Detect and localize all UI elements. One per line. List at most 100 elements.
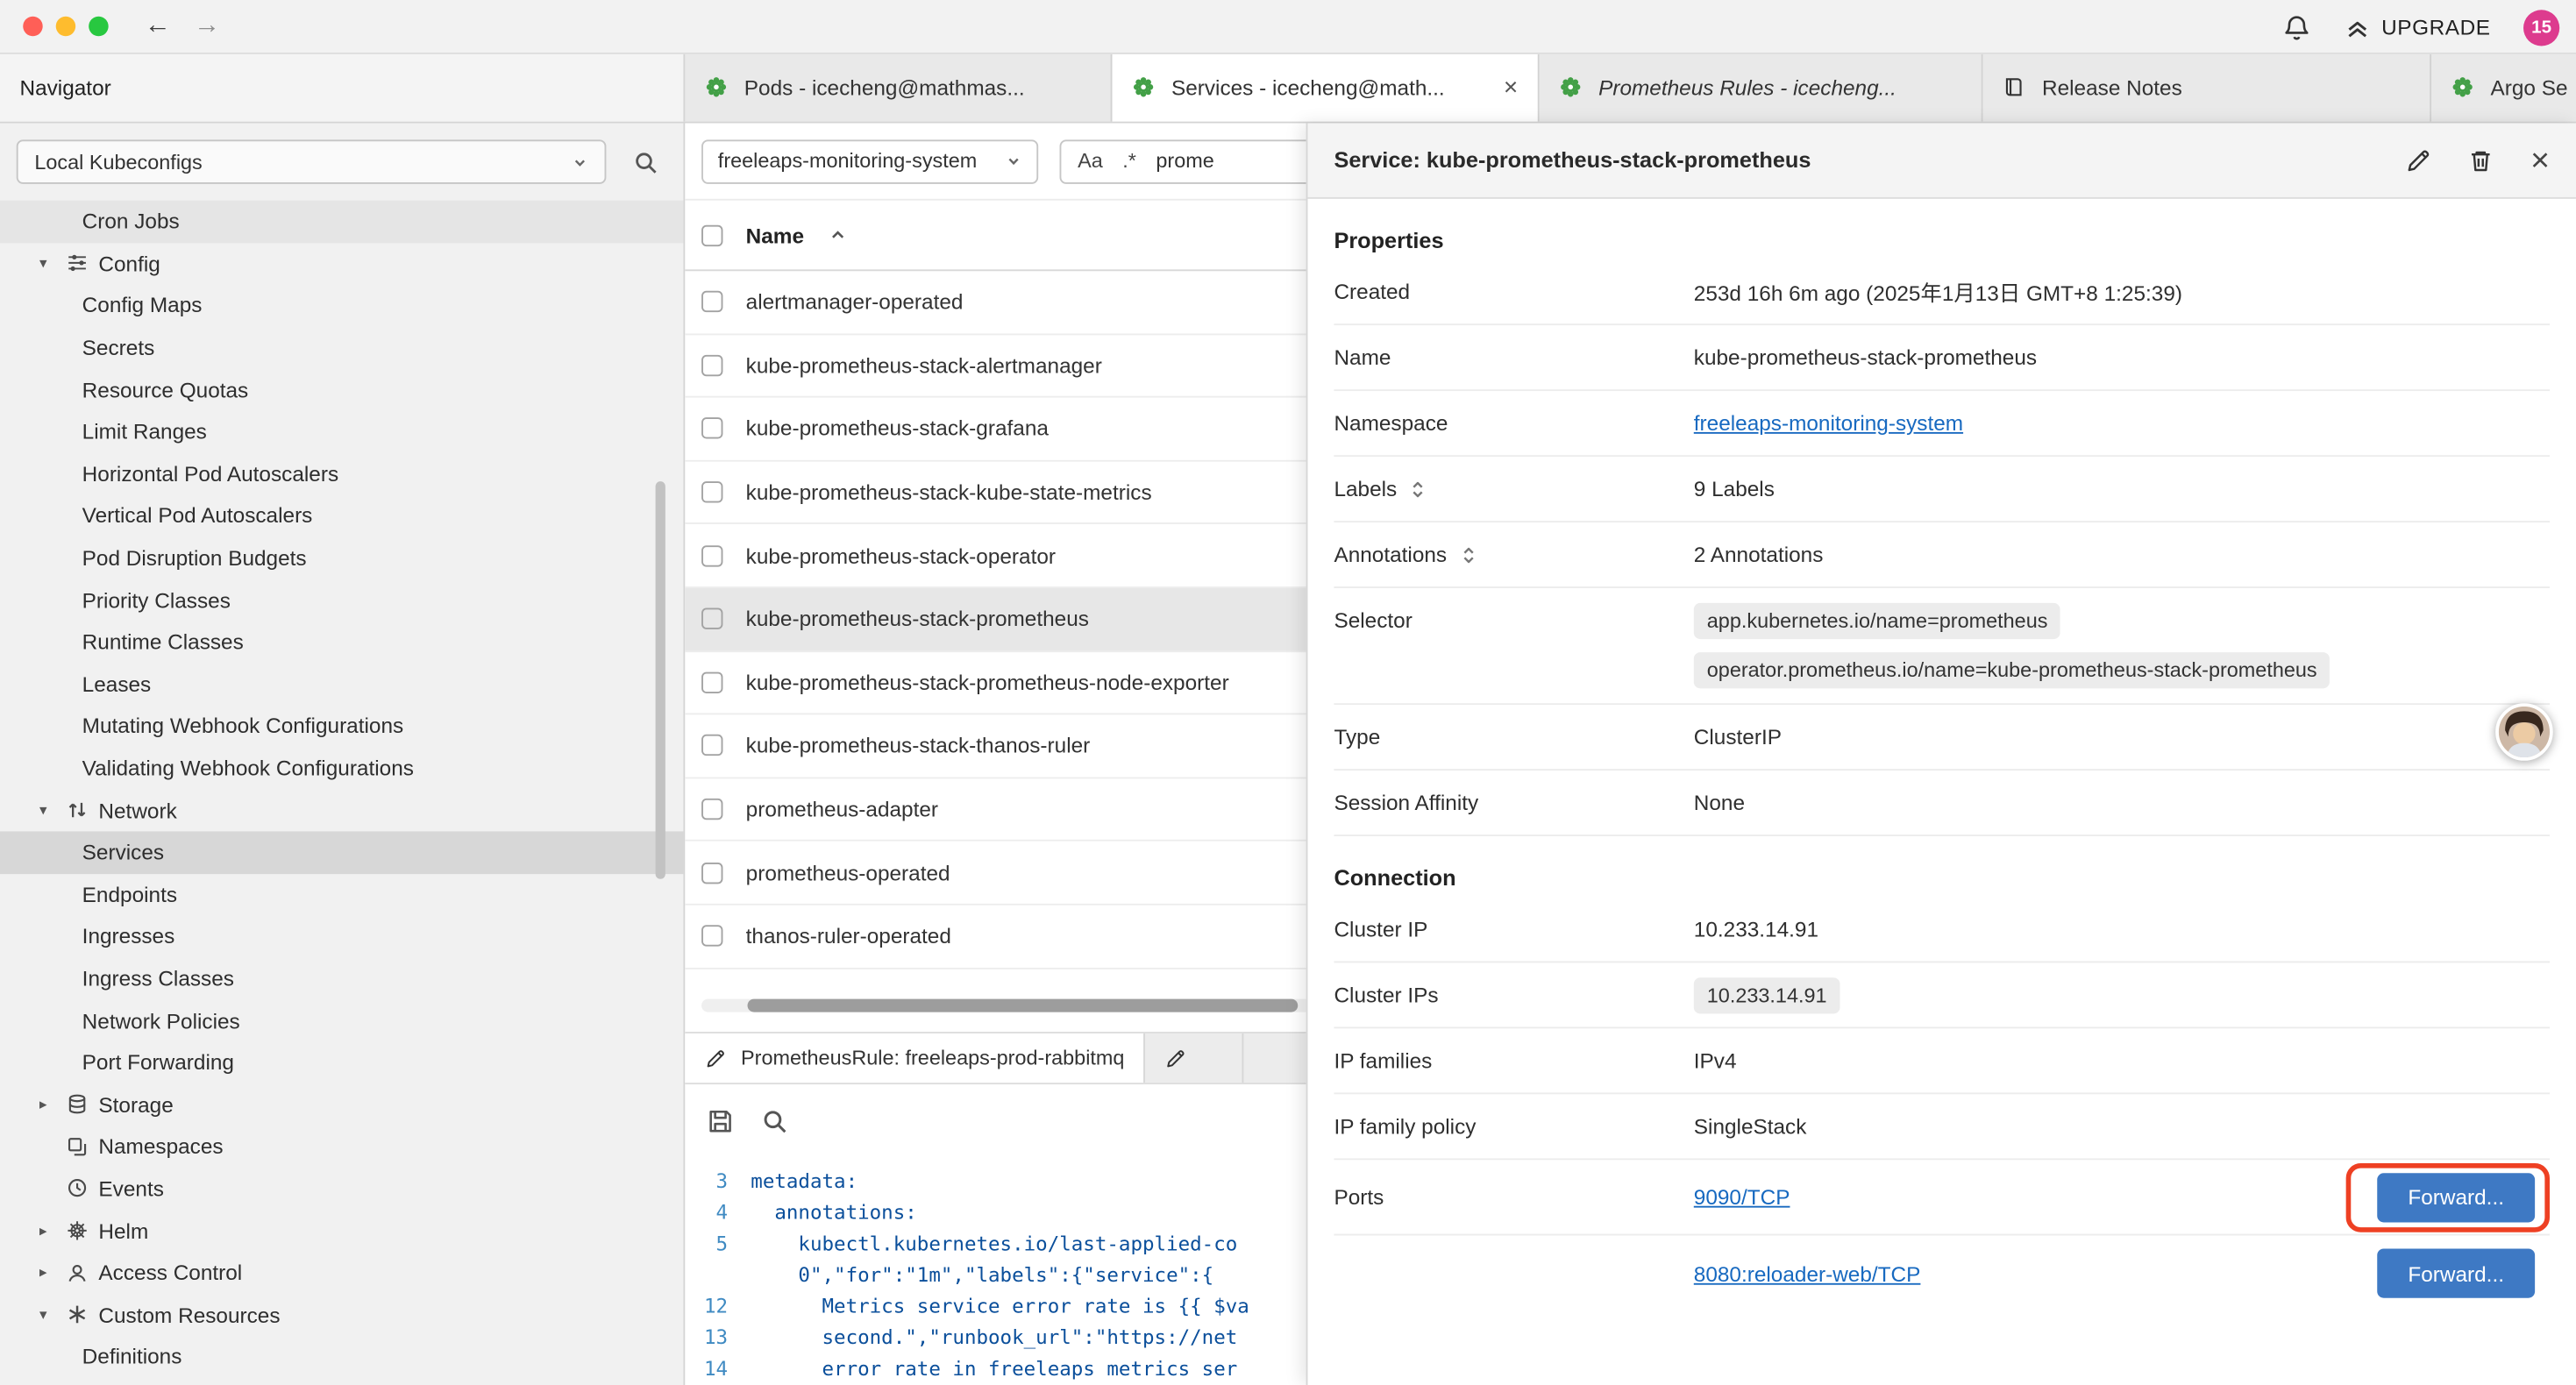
dock-tab-prometheusrule[interactable]: PrometheusRule: freeleaps-prod-rabbitmq <box>685 1033 1145 1083</box>
details-drawer: Service: kube-prometheus-stack-prometheu… <box>1306 124 2576 1385</box>
sidebar-item-network[interactable]: ▾ Network <box>0 789 683 831</box>
row-checkbox[interactable] <box>701 481 722 502</box>
line-number: 4 <box>685 1197 751 1229</box>
titlebar: ← → UPGRADE 15 <box>0 0 2576 54</box>
dock-tab-partial[interactable] <box>1146 1033 1244 1083</box>
property-row-session-affinity: Session Affinity None <box>1334 771 2550 836</box>
cluster-icon <box>2451 75 2478 101</box>
tab-services-icecheng-math[interactable]: Services - icecheng@math... × <box>1112 54 1539 122</box>
line-code: metadata: <box>751 1167 857 1198</box>
connection-section-heading: Connection <box>1334 866 2550 891</box>
row-checkbox[interactable] <box>701 799 722 820</box>
sidebar-item-runtime-classes[interactable]: Runtime Classes <box>0 621 683 663</box>
name-column-header[interactable]: Name <box>746 223 804 247</box>
sidebar-item-network-policies[interactable]: Network Policies <box>0 999 683 1041</box>
kubeconfig-selector[interactable]: Local Kubeconfigs <box>17 139 607 184</box>
namespaces-icon <box>66 1135 98 1158</box>
select-all-checkbox[interactable] <box>701 224 722 245</box>
line-code: annotations: <box>751 1197 917 1229</box>
editor-search-icon[interactable] <box>761 1106 789 1134</box>
sidebar-item-storage[interactable]: ▸ Storage <box>0 1083 683 1126</box>
sidebar-item-horizontal-pod-autoscalers[interactable]: Horizontal Pod Autoscalers <box>0 452 683 494</box>
sidebar-search-icon[interactable] <box>623 139 667 184</box>
horizontal-scrollbar-thumb[interactable] <box>748 999 1299 1012</box>
search-input[interactable]: prome <box>1156 150 1213 173</box>
sidebar-item-events[interactable]: Events <box>0 1168 683 1210</box>
sidebar-item-secrets[interactable]: Secrets <box>0 327 683 369</box>
sidebar-item-vertical-pod-autoscalers[interactable]: Vertical Pod Autoscalers <box>0 494 683 536</box>
upgrade-button[interactable]: UPGRADE <box>2344 14 2490 40</box>
sidebar-item-limit-ranges[interactable]: Limit Ranges <box>0 411 683 453</box>
sidebar-item-namespaces[interactable]: Namespaces <box>0 1126 683 1168</box>
row-checkbox[interactable] <box>701 735 722 756</box>
window-minimize-button[interactable] <box>56 17 75 36</box>
forward-button-9090[interactable]: Forward... <box>2377 1172 2535 1221</box>
sidebar-item-endpoints[interactable]: Endpoints <box>0 873 683 915</box>
sidebar-item-port-forwarding[interactable]: Port Forwarding <box>0 1041 683 1083</box>
window-close-button[interactable] <box>23 17 42 36</box>
notification-count-badge[interactable]: 15 <box>2523 9 2559 45</box>
close-drawer-icon[interactable]: × <box>2530 144 2550 176</box>
tab-argo-se[interactable]: Argo Se <box>2431 54 2576 122</box>
unfold-icon[interactable] <box>1408 479 1427 498</box>
cluster-ip-value: 10.233.14.91 <box>1694 917 1818 941</box>
row-checkbox[interactable] <box>701 418 722 439</box>
match-case-toggle[interactable]: Aa <box>1078 150 1103 173</box>
properties-section-heading: Properties <box>1334 229 2550 253</box>
row-checkbox[interactable] <box>701 862 722 883</box>
labels-label: Labels <box>1334 477 1693 501</box>
sidebar-scrollbar[interactable] <box>656 481 665 879</box>
forward-icon[interactable]: → <box>194 13 220 39</box>
port-link-9090[interactable]: 9090/TCP <box>1694 1184 1790 1209</box>
namespace-link[interactable]: freeleaps-monitoring-system <box>1694 411 1963 436</box>
row-checkbox[interactable] <box>701 671 722 692</box>
sidebar-item-access-control[interactable]: ▸ Access Control <box>0 1252 683 1294</box>
cluster-ips-badge: 10.233.14.91 <box>1694 977 1840 1012</box>
sidebar-item-helm[interactable]: ▸ Helm <box>0 1210 683 1252</box>
drawer-title: Service: kube-prometheus-stack-prometheu… <box>1334 148 2405 173</box>
port-link-8080[interactable]: 8080:reloader-web/TCP <box>1694 1261 1921 1286</box>
forward-button-8080[interactable]: Forward... <box>2377 1248 2535 1297</box>
row-checkbox[interactable] <box>701 355 722 376</box>
sidebar-item-ingress-classes[interactable]: Ingress Classes <box>0 957 683 999</box>
chevron-icon: ▸ <box>39 1264 66 1282</box>
notifications-bell-icon[interactable] <box>2281 12 2311 42</box>
sort-asc-icon[interactable] <box>830 227 847 244</box>
row-checkbox[interactable] <box>701 545 722 566</box>
sidebar-item-resource-quotas[interactable]: Resource Quotas <box>0 369 683 411</box>
sidebar-item-validating-webhook-configurations[interactable]: Validating Webhook Configurations <box>0 747 683 789</box>
sidebar-item-custom-resources[interactable]: ▾ Custom Resources <box>0 1294 683 1336</box>
avatar[interactable] <box>2495 703 2553 761</box>
events-icon <box>66 1177 98 1200</box>
row-checkbox[interactable] <box>701 608 722 629</box>
row-checkbox[interactable] <box>701 291 722 312</box>
save-icon[interactable] <box>707 1106 735 1134</box>
sidebar-item-cron-jobs[interactable]: Cron Jobs <box>0 201 683 243</box>
type-value: ClusterIP <box>1694 725 1782 749</box>
tab-prometheus-rules-icecheng[interactable]: Prometheus Rules - icecheng... <box>1540 54 1983 122</box>
sidebar-item-definitions[interactable]: Definitions <box>0 1336 683 1378</box>
sidebar-item-pod-disruption-budgets[interactable]: Pod Disruption Budgets <box>0 536 683 579</box>
regex-toggle[interactable]: .* <box>1122 150 1136 173</box>
namespace-filter-select[interactable]: freeleaps-monitoring-system <box>701 138 1038 183</box>
sidebar-item-leases[interactable]: Leases <box>0 663 683 705</box>
connection-row-cluster-ip: Cluster IP 10.233.14.91 <box>1334 897 2550 962</box>
sidebar-item-config[interactable]: ▾ Config <box>0 243 683 285</box>
edit-icon[interactable] <box>2406 147 2432 174</box>
session-affinity-value: None <box>1694 791 1745 815</box>
window-zoom-button[interactable] <box>89 17 108 36</box>
tab-pods-icecheng-mathmas[interactable]: Pods - icecheng@mathmas... <box>685 54 1112 122</box>
sidebar-item-mutating-webhook-configurations[interactable]: Mutating Webhook Configurations <box>0 705 683 747</box>
sidebar-item-ingresses[interactable]: Ingresses <box>0 915 683 957</box>
sidebar-item-services[interactable]: Services <box>0 831 683 873</box>
tab-release-notes[interactable]: Release Notes <box>1983 54 2432 122</box>
sidebar-item-config-maps[interactable]: Config Maps <box>0 285 683 327</box>
unfold-icon[interactable] <box>1458 544 1477 564</box>
sidebar-item-priority-classes[interactable]: Priority Classes <box>0 579 683 621</box>
tab-close-icon[interactable]: × <box>1494 74 1519 102</box>
delete-icon[interactable] <box>2468 147 2494 174</box>
cluster-icon <box>705 75 731 101</box>
line-number: 5 <box>685 1229 751 1261</box>
back-icon[interactable]: ← <box>145 13 171 39</box>
row-checkbox[interactable] <box>701 926 722 947</box>
